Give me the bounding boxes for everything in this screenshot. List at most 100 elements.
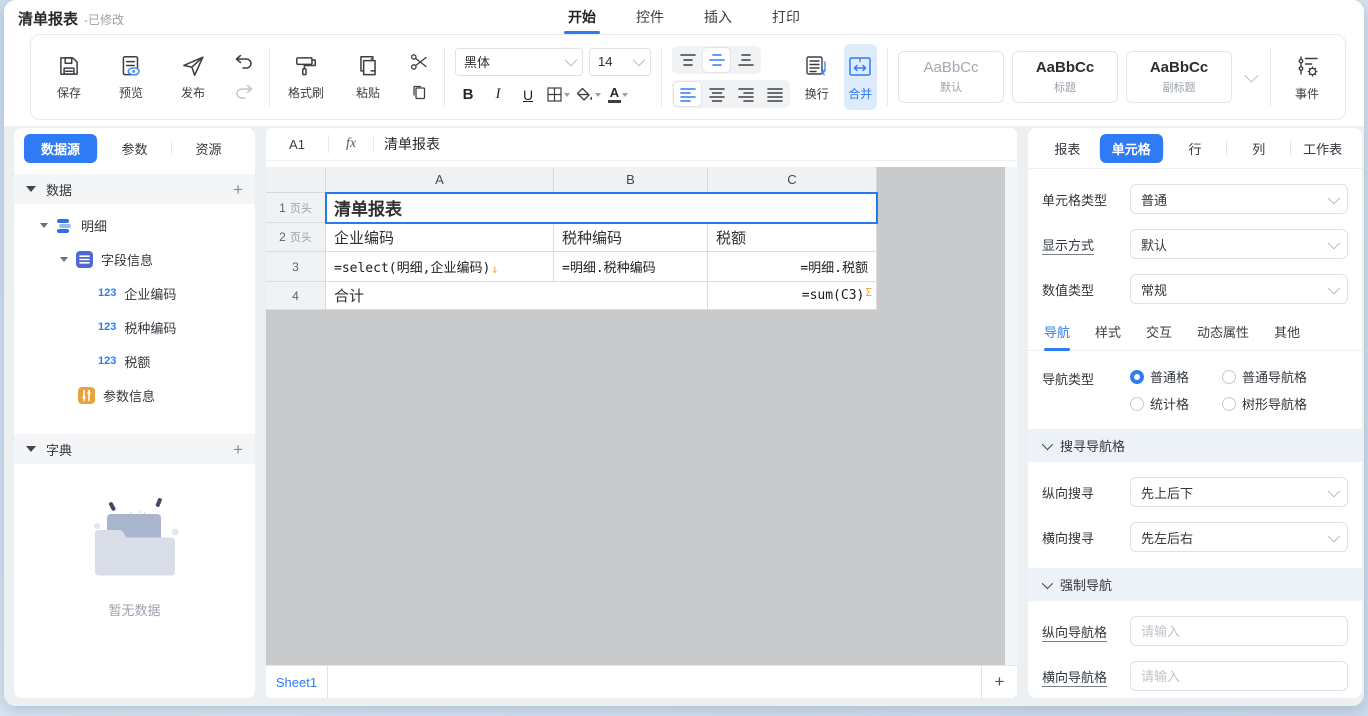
cell-a3[interactable]: =select(明细,企业编码) ↓: [326, 252, 554, 282]
redo-button[interactable]: [232, 81, 256, 103]
tab-insert[interactable]: 插入: [704, 7, 732, 34]
style-subtitle[interactable]: AaBbCc 副标题: [1126, 51, 1232, 103]
sidebar-tab-parameters[interactable]: 参数: [98, 134, 171, 163]
cell-b2[interactable]: 税种编码: [554, 223, 708, 252]
tree-item-dataset[interactable]: 明细: [14, 208, 255, 242]
radio-normal-nav-cell[interactable]: 普通导航格: [1222, 367, 1348, 386]
radio-tree-nav-cell[interactable]: 树形导航格: [1222, 394, 1348, 413]
valign-top-button[interactable]: [674, 48, 701, 72]
search-nav-section-header[interactable]: 搜寻导航格: [1028, 429, 1362, 462]
sidebar-tab-resources[interactable]: 资源: [172, 134, 245, 163]
fx-icon[interactable]: fx: [329, 136, 373, 152]
tab-widgets[interactable]: 控件: [636, 7, 664, 34]
column-header-c[interactable]: C: [708, 167, 877, 193]
halign-right-button[interactable]: [732, 82, 759, 106]
vertical-search-select[interactable]: 先上后下: [1130, 477, 1348, 507]
radio-stat-cell[interactable]: 统计格: [1130, 394, 1222, 413]
tab-home[interactable]: 开始: [568, 7, 596, 34]
copy-button[interactable]: [407, 81, 431, 103]
cell-a2[interactable]: 企业编码: [326, 223, 554, 252]
cell-reference-box[interactable]: A1: [266, 137, 328, 152]
sheet-canvas[interactable]: A B C 1 页头 清单报表 2: [266, 167, 1017, 665]
cell-b3[interactable]: =明细.税种编码: [554, 252, 708, 282]
style-title[interactable]: AaBbCc 标题: [1012, 51, 1118, 103]
paste-button[interactable]: 粘贴: [342, 53, 394, 101]
tree-item-field[interactable]: 123 企业编码: [14, 276, 255, 310]
undo-button[interactable]: [232, 51, 256, 73]
inspector-tab-column[interactable]: 列: [1227, 134, 1290, 163]
halign-justify-button[interactable]: [761, 82, 788, 106]
add-sheet-button[interactable]: +: [981, 666, 1017, 698]
horizontal-search-select[interactable]: 先左后右: [1130, 522, 1348, 552]
dictionary-section-header[interactable]: 字典 +: [14, 434, 255, 464]
style-sample: AaBbCc: [1150, 59, 1208, 76]
tree-item-parameters[interactable]: 参数信息: [14, 378, 255, 412]
tree-item-fields[interactable]: 字段信息: [14, 242, 255, 276]
cut-button[interactable]: [407, 51, 431, 73]
row-header-3[interactable]: 3: [266, 252, 326, 282]
sheet-tab-sheet1[interactable]: Sheet1: [266, 666, 328, 698]
inspector-tab-report[interactable]: 报表: [1036, 134, 1099, 163]
sidebar-tab-datasource[interactable]: 数据源: [24, 134, 97, 163]
style-label: 副标题: [1163, 79, 1196, 95]
underline-button[interactable]: U: [515, 83, 541, 107]
cell-type-select[interactable]: 普通: [1130, 184, 1348, 214]
save-button[interactable]: 保存: [43, 53, 95, 101]
valign-bottom-button[interactable]: [732, 48, 759, 72]
style-gallery-expand-button[interactable]: [1240, 72, 1260, 82]
fill-color-button[interactable]: [575, 83, 601, 107]
number-type-select[interactable]: 常规: [1130, 274, 1348, 304]
cell-c4[interactable]: =sum(C3) Σ: [708, 282, 877, 310]
tab-print[interactable]: 打印: [772, 7, 800, 34]
style-default[interactable]: AaBbCc 默认: [898, 51, 1004, 103]
radio-normal-cell[interactable]: 普通格: [1130, 367, 1222, 386]
preview-button[interactable]: 预览: [105, 53, 157, 101]
chevron-down-icon: [622, 93, 628, 97]
subtab-navigation[interactable]: 导航: [1044, 322, 1070, 350]
italic-button[interactable]: I: [485, 83, 511, 107]
row-header-4[interactable]: 4: [266, 282, 326, 310]
borders-button[interactable]: [545, 83, 571, 107]
vertical-nav-cell-input[interactable]: [1130, 616, 1348, 646]
merge-cells-button[interactable]: 合并: [844, 44, 878, 110]
subtab-interaction[interactable]: 交互: [1146, 322, 1172, 350]
vertical-scrollbar[interactable]: [1005, 167, 1017, 665]
cell-a4[interactable]: 合计: [326, 282, 708, 310]
bold-button[interactable]: B: [455, 83, 481, 107]
horizontal-nav-cell-input[interactable]: [1130, 661, 1348, 691]
column-header-a[interactable]: A: [326, 167, 554, 193]
halign-left-button[interactable]: [674, 82, 701, 106]
database-icon: [56, 217, 73, 234]
display-mode-select[interactable]: 默认: [1130, 229, 1348, 259]
add-dictionary-button[interactable]: +: [233, 441, 243, 458]
valign-middle-button[interactable]: [703, 48, 730, 72]
tree-item-field[interactable]: 123 税种编码: [14, 310, 255, 344]
format-painter-button[interactable]: 格式刷: [280, 53, 332, 101]
publish-button[interactable]: 发布: [167, 53, 219, 101]
row-header-2[interactable]: 2 页头: [266, 223, 326, 252]
row-header-1[interactable]: 1 页头: [266, 193, 326, 223]
font-family-select[interactable]: 黑体: [455, 48, 583, 76]
cell-a1[interactable]: 清单报表: [326, 193, 877, 223]
inspector-tab-row[interactable]: 行: [1164, 134, 1227, 163]
inspector-tab-worksheet[interactable]: 工作表: [1291, 134, 1354, 163]
font-size-select[interactable]: 14: [589, 48, 651, 76]
divider: [1270, 48, 1271, 106]
halign-center-button[interactable]: [703, 82, 730, 106]
column-header-b[interactable]: B: [554, 167, 708, 193]
grid-corner[interactable]: [266, 167, 326, 193]
inspector-tab-cell[interactable]: 单元格: [1100, 134, 1163, 163]
data-section-header[interactable]: 数据 +: [14, 174, 255, 204]
tree-item-field[interactable]: 123 税额: [14, 344, 255, 378]
subtab-other[interactable]: 其他: [1274, 322, 1300, 350]
wrap-text-button[interactable]: 换行: [800, 44, 834, 110]
subtab-dynamic-attrs[interactable]: 动态属性: [1197, 322, 1249, 350]
add-dataset-button[interactable]: +: [233, 181, 243, 198]
formula-input[interactable]: 清单报表: [374, 134, 440, 154]
font-color-button[interactable]: A: [605, 83, 631, 107]
cell-c3[interactable]: =明细.税额: [708, 252, 877, 282]
events-button[interactable]: 事件: [1281, 53, 1333, 102]
force-nav-section-header[interactable]: 强制导航: [1028, 568, 1362, 601]
cell-c2[interactable]: 税额: [708, 223, 877, 252]
subtab-style[interactable]: 样式: [1095, 322, 1121, 350]
